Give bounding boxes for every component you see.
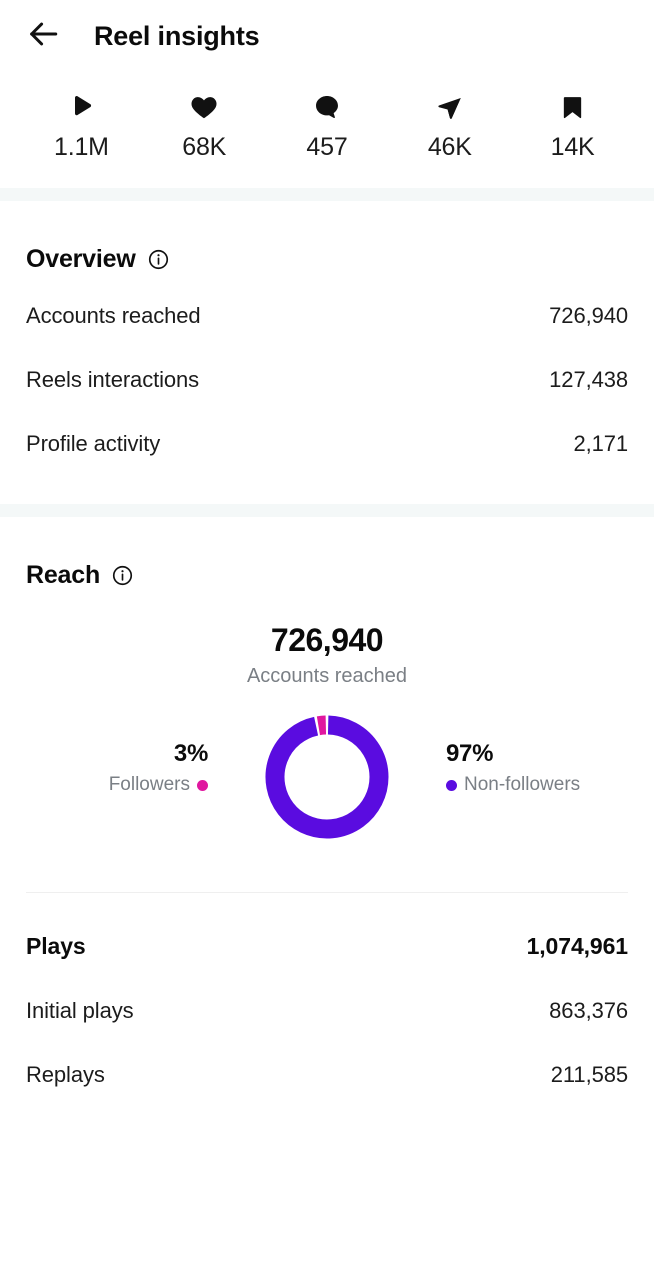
bookmark-icon: [559, 90, 586, 124]
section-title: Reach: [26, 561, 101, 589]
metric-row-reels-interactions[interactable]: Reels interactions 127,438: [26, 348, 628, 412]
metric-value: 726,940: [549, 303, 628, 328]
stat-value: 46K: [427, 133, 472, 161]
metric-row-plays-total[interactable]: Plays 1,074,961: [26, 897, 628, 979]
stat-comments: 457: [266, 90, 389, 162]
metric-value: 127,438: [549, 367, 628, 392]
stat-value: 1.1M: [54, 133, 109, 161]
info-icon[interactable]: [148, 249, 169, 270]
donut-slice-non-followers: [265, 715, 389, 839]
reach-donut-area: 3% Followers 97% Non-followers: [26, 702, 628, 852]
info-icon[interactable]: [112, 565, 133, 586]
reach-chart-block: 726,940 Accounts reached 3% Followers 97…: [26, 600, 628, 852]
reach-header: Reach: [26, 517, 628, 600]
metric-row-replays[interactable]: Replays 211,585: [26, 1043, 628, 1107]
metric-label: Plays: [26, 933, 86, 959]
stat-saves: 14K: [511, 90, 634, 162]
metric-row-profile-activity[interactable]: Profile activity 2,171: [26, 412, 628, 476]
top-bar: Reel insights: [0, 0, 654, 72]
stat-value: 457: [306, 133, 348, 161]
legend-label-wrap: Non-followers: [446, 774, 580, 796]
plays-section: Plays 1,074,961 Initial plays 863,376 Re…: [0, 893, 654, 1107]
reach-total-value: 726,940: [270, 622, 384, 658]
section-title: Overview: [26, 245, 136, 273]
metric-label: Accounts reached: [26, 303, 201, 328]
stat-value: 68K: [182, 133, 227, 161]
legend-label: Followers: [108, 774, 190, 795]
stat-shares: 46K: [388, 90, 511, 162]
metric-label: Initial plays: [26, 998, 134, 1023]
metric-value: 2,171: [573, 431, 628, 456]
metric-label: Reels interactions: [26, 367, 200, 392]
metric-value: 211,585: [550, 1062, 628, 1087]
donut-slice-followers: [316, 715, 327, 736]
section-divider-band: [0, 188, 654, 201]
back-arrow-icon: [26, 17, 60, 56]
section-divider-band: [0, 504, 654, 517]
share-icon: [435, 90, 464, 124]
stat-plays: 1.1M: [20, 90, 143, 162]
legend-percent: 97%: [446, 740, 494, 767]
stat-value: 14K: [550, 133, 595, 161]
play-icon: [66, 90, 96, 124]
legend-color-dot-followers: [197, 779, 208, 791]
reach-donut-chart: [261, 711, 393, 843]
heart-icon: [189, 90, 219, 124]
legend-followers: 3% Followers: [109, 740, 209, 796]
comment-icon: [313, 90, 341, 124]
stat-likes: 68K: [143, 90, 266, 162]
legend-percent: 3%: [173, 740, 208, 767]
metric-row-accounts-reached[interactable]: Accounts reached 726,940: [26, 284, 628, 348]
legend-label: Non-followers: [464, 774, 581, 795]
overview-section: Overview Accounts reached 726,940 Reels …: [0, 201, 654, 476]
legend-non-followers: 97% Non-followers: [446, 740, 580, 796]
engagement-stats-row: 1.1M 68K 457 46K 14K: [0, 72, 654, 188]
metric-label: Profile activity: [26, 431, 161, 456]
metric-row-initial-plays[interactable]: Initial plays 863,376: [26, 979, 628, 1043]
metric-label: Replays: [26, 1062, 105, 1087]
page-title: Reel insights: [94, 20, 260, 51]
reach-section: Reach 726,940 Accounts reached 3% Follow…: [0, 517, 654, 852]
legend-color-dot-non-followers: [446, 779, 457, 791]
legend-label-wrap: Followers: [109, 774, 208, 796]
overview-header: Overview: [26, 201, 628, 284]
reach-total-label: Accounts reached: [246, 665, 408, 687]
back-button[interactable]: [20, 13, 66, 59]
metric-value: 863,376: [549, 998, 628, 1023]
metric-value: 1,074,961: [526, 933, 629, 959]
